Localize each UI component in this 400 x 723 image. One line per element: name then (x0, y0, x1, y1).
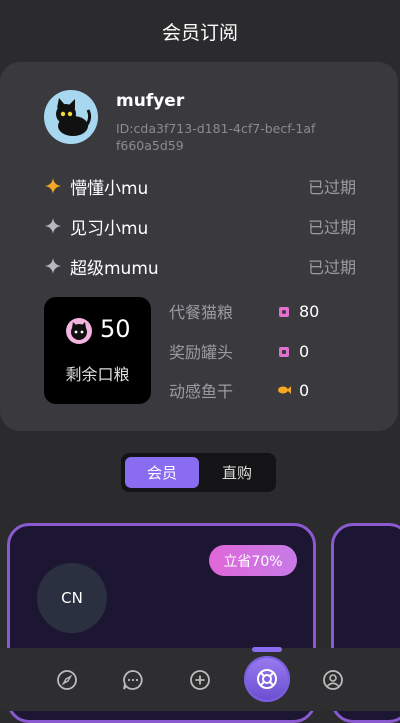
plan-avatar: CN (37, 563, 107, 633)
tier-row[interactable]: 见习小mu 已过期 (44, 213, 356, 239)
stat-row: 代餐猫粮 80 (169, 299, 319, 323)
star-gray-icon (44, 217, 62, 235)
stat-value: 0 (299, 380, 310, 400)
can-icon (277, 344, 291, 358)
tier-status: 已过期 (307, 258, 356, 277)
stat-row: 动感鱼干 0 (169, 378, 309, 402)
tier-row[interactable]: 超级mumu 已过期 (44, 253, 356, 279)
tier-status: 已过期 (307, 178, 356, 197)
page-title-text: 会员订阅 (161, 21, 238, 44)
star-orange-icon (44, 177, 62, 195)
stat-row: 奖励罐头 0 (169, 339, 309, 363)
stat-value: 80 (299, 301, 320, 321)
cat-food-icon (277, 304, 291, 318)
rations-count: 50 (100, 315, 131, 343)
tier-status: 已过期 (307, 218, 356, 237)
tab-create[interactable] (184, 664, 216, 696)
discount-badge: 立省70% (209, 545, 297, 576)
stat-label: 奖励罐头 (169, 343, 234, 362)
user-id[interactable]: ID:cda3f713-d181-4cf7-becf-1aff660a5d59 (116, 120, 316, 154)
black-cat-icon (56, 98, 92, 136)
lifebuoy-icon (257, 669, 277, 689)
stat-value: 0 (299, 341, 310, 361)
tab-chat[interactable] (117, 664, 149, 696)
tier-row[interactable]: 懵懂小mu 已过期 (44, 173, 356, 199)
tier-name: 懵懂小mu (70, 178, 149, 199)
tab-membership[interactable] (244, 656, 290, 702)
stat-label: 动感鱼干 (169, 382, 234, 401)
rations-tile[interactable]: 50 剩余口粮 (44, 297, 151, 404)
tab-explore[interactable] (51, 664, 83, 696)
tab-profile[interactable] (317, 664, 349, 696)
active-tab-indicator (252, 647, 282, 652)
tier-name: 超级mumu (70, 258, 159, 279)
compass-icon (57, 670, 77, 690)
tier-name: 见习小mu (70, 218, 149, 239)
cat-face-icon (66, 318, 92, 344)
page-title: 会员订阅 (0, 0, 400, 62)
user-circle-icon (323, 670, 343, 690)
bottom-tab-bar (0, 648, 400, 711)
plus-circle-icon (190, 670, 210, 690)
fish-icon (277, 383, 291, 397)
tab-member[interactable]: 会员 (125, 457, 199, 488)
chat-bubble-icon (123, 670, 143, 690)
star-gray-icon (44, 257, 62, 275)
avatar[interactable] (44, 90, 98, 144)
purchase-type-toggle: 会员 直购 (121, 453, 276, 492)
tab-direct-purchase[interactable]: 直购 (200, 457, 274, 488)
rations-label: 剩余口粮 (65, 365, 130, 384)
stat-label: 代餐猫粮 (169, 303, 234, 322)
username: mufyer (116, 91, 185, 111)
